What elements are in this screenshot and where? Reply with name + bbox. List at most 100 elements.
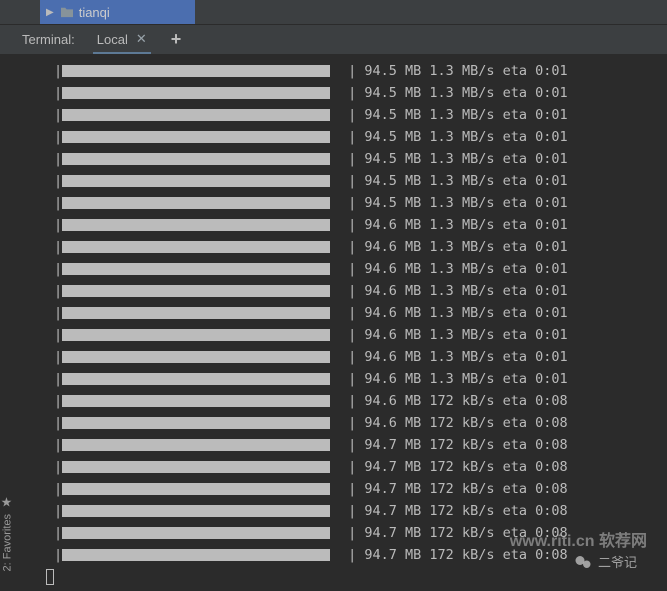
bar-delimiter: | [54,415,62,431]
progress-stats: 94.6 MB 1.3 MB/s eta 0:01 [364,305,567,321]
progress-line: || 94.5 MB 1.3 MB/s eta 0:01 [24,126,647,148]
bar-delimiter: | [348,63,364,79]
bar-delimiter: | [348,459,364,475]
cursor-line [24,566,647,588]
progress-stats: 94.7 MB 172 kB/s eta 0:08 [364,459,567,475]
tab-label: Local [97,32,128,47]
bar-delimiter: | [54,327,62,343]
progress-stats: 94.5 MB 1.3 MB/s eta 0:01 [364,151,567,167]
progress-line: | | 94.7 MB 172 kB/s eta 0:08 [24,456,647,478]
progress-line: | | 94.7 MB 172 kB/s eta 0:08 [24,478,647,500]
progress-fill [62,285,330,297]
progress-fill [62,439,330,451]
progress-stats: 94.6 MB 1.3 MB/s eta 0:01 [364,261,567,277]
bar-delimiter: | [348,525,364,541]
bar-delimiter: | [348,261,364,277]
progress-line: || 94.7 MB 172 kB/s eta 0:08 [24,434,647,456]
bar-delimiter: | [54,525,62,541]
tree-item-folder[interactable]: ▶ tianqi [40,0,195,24]
terminal-cursor [46,569,54,585]
progress-line: | | 94.6 MB 1.3 MB/s eta 0:01 [24,280,647,302]
bar-delimiter: | [54,239,62,255]
progress-fill [62,65,330,77]
bar-delimiter: | [54,503,62,519]
bar-delimiter: | [54,283,62,299]
progress-line: || 94.6 MB 1.3 MB/s eta 0:01 [24,346,647,368]
terminal-output[interactable]: || 94.5 MB 1.3 MB/s eta 0:01|| 94.5 MB 1… [0,54,667,591]
bar-delimiter: | [348,415,364,431]
progress-line: || 94.6 MB 1.3 MB/s eta 0:01 [24,236,647,258]
bar-delimiter: | [54,547,62,563]
progress-fill [62,109,330,121]
progress-stats: 94.6 MB 1.3 MB/s eta 0:01 [364,217,567,233]
progress-line: || 94.6 MB 172 kB/s eta 0:08 [24,390,647,412]
bar-delimiter: | [54,305,62,321]
progress-fill [62,351,330,363]
bar-delimiter: | [348,85,364,101]
bar-delimiter: | [54,107,62,123]
progress-stats: 94.6 MB 1.3 MB/s eta 0:01 [364,327,567,343]
bar-delimiter: | [54,481,62,497]
progress-line: | | 94.6 MB 172 kB/s eta 0:08 [24,412,647,434]
bar-delimiter: | [348,371,364,387]
project-tree-bar: ▶ tianqi [0,0,667,24]
bar-delimiter: | [348,173,364,189]
progress-line: | | 94.6 MB 1.3 MB/s eta 0:01 [24,302,647,324]
bar-delimiter: | [348,437,364,453]
progress-line: | | 94.6 MB 1.3 MB/s eta 0:01 [24,324,647,346]
progress-stats: 94.6 MB 172 kB/s eta 0:08 [364,415,567,431]
progress-stats: 94.6 MB 1.3 MB/s eta 0:01 [364,349,567,365]
progress-line: | | 94.7 MB 172 kB/s eta 0:08 [24,500,647,522]
terminal-title: Terminal: [22,32,75,47]
bar-delimiter: | [348,217,364,233]
bar-delimiter: | [54,173,62,189]
progress-line: || 94.5 MB 1.3 MB/s eta 0:01 [24,192,647,214]
progress-line: || 94.5 MB 1.3 MB/s eta 0:01 [24,148,647,170]
bar-delimiter: | [348,195,364,211]
add-tab-icon[interactable]: + [171,29,182,50]
progress-stats: 94.5 MB 1.3 MB/s eta 0:01 [364,85,567,101]
close-icon[interactable]: ✕ [136,31,147,47]
bar-delimiter: | [348,129,364,145]
progress-stats: 94.6 MB 1.3 MB/s eta 0:01 [364,371,567,387]
progress-fill [62,131,330,143]
progress-stats: 94.7 MB 172 kB/s eta 0:08 [364,503,567,519]
terminal-tab-local[interactable]: Local ✕ [93,25,151,54]
bar-delimiter: | [54,217,62,233]
progress-fill [62,395,330,407]
bar-delimiter: | [348,151,364,167]
progress-fill [62,241,330,253]
progress-stats: 94.5 MB 1.3 MB/s eta 0:01 [364,129,567,145]
progress-stats: 94.7 MB 172 kB/s eta 0:08 [364,481,567,497]
progress-line: | | 94.5 MB 1.3 MB/s eta 0:01 [24,170,647,192]
bar-delimiter: | [54,459,62,475]
progress-line: || 94.5 MB 1.3 MB/s eta 0:01 [24,60,647,82]
progress-stats: 94.7 MB 172 kB/s eta 0:08 [364,547,567,563]
progress-fill [62,417,330,429]
progress-fill [62,197,330,209]
progress-fill [62,153,330,165]
favorites-tab[interactable]: 2: Favorites ★ [0,495,15,571]
star-icon: ★ [0,495,15,510]
progress-fill [62,483,330,495]
bar-delimiter: | [348,305,364,321]
progress-line: || 94.5 MB 1.3 MB/s eta 0:01 [24,104,647,126]
bar-delimiter: | [348,393,364,409]
progress-stats: 94.5 MB 1.3 MB/s eta 0:01 [364,173,567,189]
bar-delimiter: | [54,85,62,101]
progress-fill [62,461,330,473]
progress-stats: 94.6 MB 172 kB/s eta 0:08 [364,393,567,409]
progress-stats: 94.6 MB 1.3 MB/s eta 0:01 [364,283,567,299]
bar-delimiter: | [348,503,364,519]
bar-delimiter: | [348,327,364,343]
progress-stats: 94.5 MB 1.3 MB/s eta 0:01 [364,63,567,79]
progress-fill [62,87,330,99]
progress-line: || 94.6 MB 1.3 MB/s eta 0:01 [24,258,647,280]
expand-arrow-icon[interactable]: ▶ [46,7,54,18]
progress-fill [62,219,330,231]
bar-delimiter: | [348,283,364,299]
bar-delimiter: | [348,481,364,497]
progress-fill [62,505,330,517]
bar-delimiter: | [348,349,364,365]
bar-delimiter: | [348,107,364,123]
